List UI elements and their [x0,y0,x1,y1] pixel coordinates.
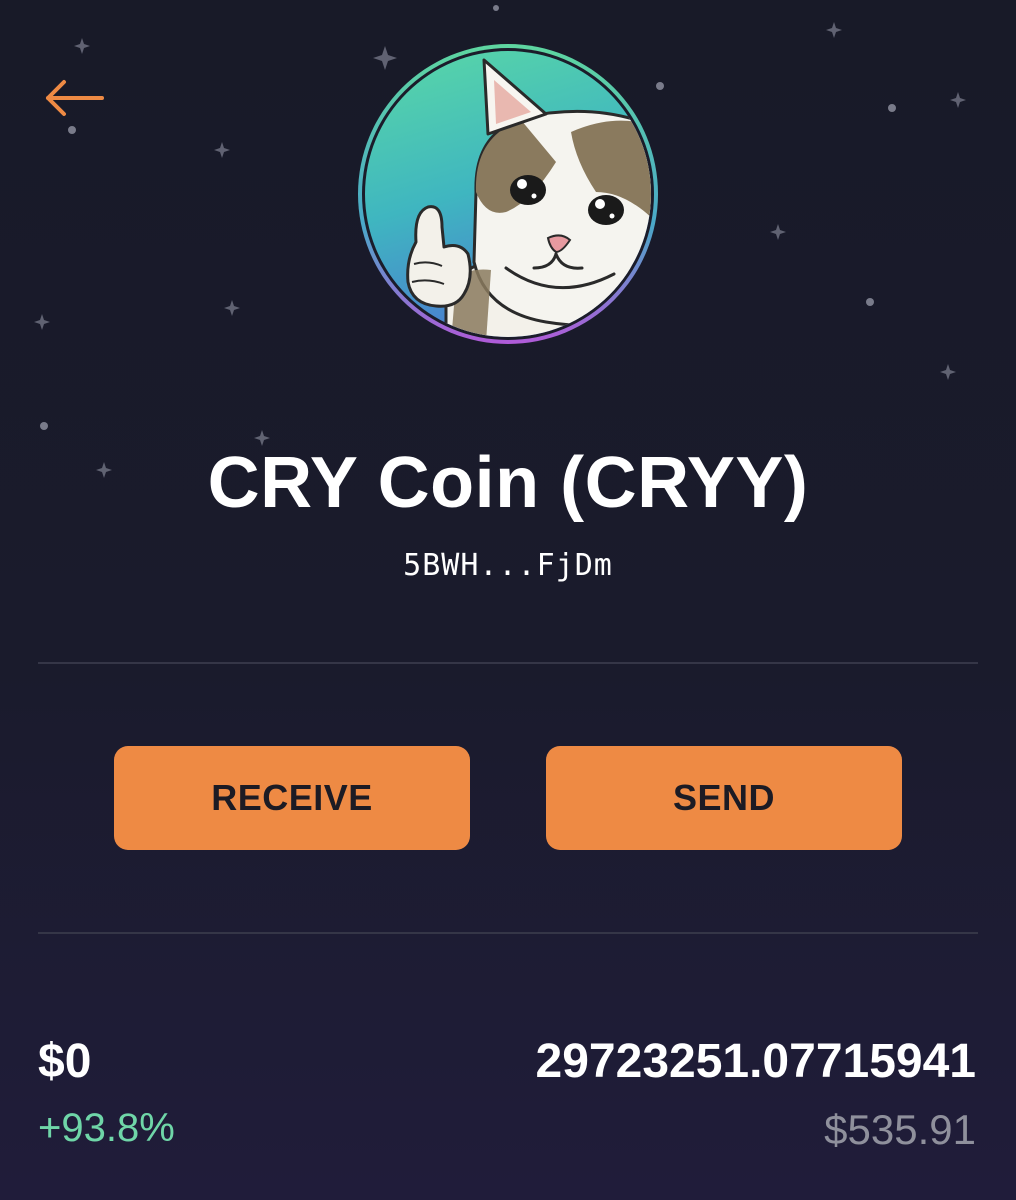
token-amount-usd: $535.91 [824,1106,976,1153]
token-detail-screen: CRY Coin (CRYY) 5BWH...FjDm RECEIVE SEND… [0,0,1016,1200]
token-address[interactable]: 5BWH...FjDm [0,548,1016,583]
back-button[interactable] [40,72,112,124]
divider [38,932,978,934]
token-amount: 29723251.07715941 [535,1035,976,1088]
token-avatar [356,42,660,346]
receive-button[interactable]: RECEIVE [114,746,470,850]
divider [38,662,978,664]
send-button[interactable]: SEND [546,746,902,850]
thumbs-up-cat-icon [358,44,658,344]
balance-usd-value: $0 [38,1035,92,1088]
price-change-percent: +93.8% [38,1106,175,1150]
arrow-left-icon [46,80,104,116]
token-name: CRY Coin (CRYY) [207,443,809,523]
